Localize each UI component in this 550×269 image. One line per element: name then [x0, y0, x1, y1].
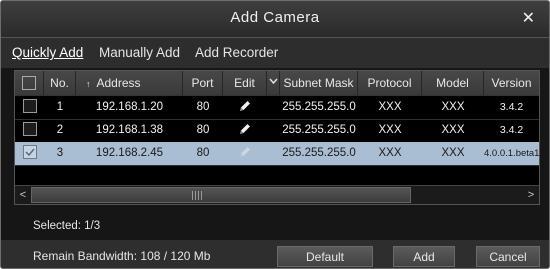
selected-count: Selected: 1/3 — [33, 220, 101, 232]
cell-address: 192.168.1.38 — [95, 124, 164, 136]
dialog-title: Add Camera — [230, 9, 320, 26]
cell-subnet: 255.255.255.0 — [282, 124, 356, 136]
header-protocol[interactable]: Protocol — [358, 71, 422, 95]
header-address[interactable]: ↑ Address — [76, 71, 183, 95]
sort-up-icon: ↑ — [86, 79, 91, 89]
cell-version: 3.4.2 — [499, 124, 524, 136]
header-version[interactable]: Version — [484, 71, 539, 95]
scroll-right-icon[interactable]: > — [523, 186, 539, 204]
pencil-icon[interactable] — [223, 119, 267, 142]
column-chevron-icon[interactable] — [267, 71, 280, 95]
cell-protocol: XXX — [378, 124, 402, 136]
cell-protocol: XXX — [378, 101, 402, 113]
header-no[interactable]: No. — [44, 71, 76, 95]
cancel-button[interactable]: Cancel — [476, 246, 540, 267]
default-password-button[interactable]: Default Password — [277, 246, 373, 267]
cell-port: 80 — [196, 101, 210, 113]
horizontal-scrollbar[interactable]: < > — [15, 185, 539, 204]
cell-port: 80 — [196, 124, 210, 136]
device-table: No. ↑ Address Port Edit Subnet Mask Proto… — [14, 70, 540, 205]
header-subnet[interactable]: Subnet Mask — [280, 71, 358, 95]
grip-icon — [192, 191, 204, 200]
scrollbar-thumb[interactable] — [31, 187, 411, 203]
cell-model: XXX — [441, 147, 465, 159]
cell-version: 4.0.0.1.beta1 — [484, 148, 540, 159]
cell-address: 192.168.1.20 — [95, 101, 164, 113]
remaining-bandwidth: Remain Bandwidth: 108 / 120 Mb — [33, 249, 211, 263]
select-all-checkbox[interactable] — [22, 75, 36, 90]
tab-add-recorder[interactable]: Add Recorder — [195, 45, 278, 60]
header-address-label: Address — [96, 76, 141, 90]
cell-protocol: XXX — [378, 147, 402, 159]
tab-quickly-add[interactable]: Quickly Add — [12, 45, 83, 60]
cell-subnet: 255.255.255.0 — [282, 101, 356, 113]
row-checkbox[interactable] — [22, 98, 37, 113]
cell-port: 80 — [196, 147, 210, 159]
tab-manually-add[interactable]: Manually Add — [99, 45, 180, 60]
header-port[interactable]: Port — [183, 71, 223, 95]
cell-no: 3 — [56, 147, 64, 159]
row-checkbox-checked[interactable] — [22, 144, 37, 159]
title-bar: Add Camera ✕ — [1, 1, 549, 38]
add-camera-dialog: Add Camera ✕ Quickly Add Manually Add Ad… — [0, 0, 550, 269]
pencil-icon[interactable] — [223, 96, 267, 119]
table-header: No. ↑ Address Port Edit Subnet Mask Proto… — [15, 71, 539, 96]
row-checkbox-cell — [15, 119, 44, 142]
cell-no: 1 — [56, 101, 64, 113]
close-icon[interactable]: ✕ — [522, 8, 535, 28]
cell-no: 2 — [56, 124, 64, 136]
header-edit[interactable]: Edit — [223, 71, 267, 95]
row-checkbox[interactable] — [22, 121, 37, 136]
footer-bar: Remain Bandwidth: 108 / 120 Mb Default P… — [1, 240, 549, 268]
table-row[interactable]: 1 192.168.1.20 80 255.255.255.0 XXX XXX … — [15, 96, 539, 120]
cell-subnet: 255.255.255.0 — [282, 147, 356, 159]
select-all-column — [15, 71, 44, 95]
tab-bar: Quickly Add Manually Add Add Recorder — [1, 38, 549, 68]
cell-address: 192.168.2.45 — [95, 147, 164, 159]
row-checkbox-cell — [15, 142, 44, 165]
scroll-left-icon[interactable]: < — [15, 186, 31, 204]
add-button[interactable]: Add — [393, 246, 455, 267]
table-row[interactable]: 3 192.168.2.45 80 255.255.255.0 XXX XXX … — [15, 142, 539, 166]
header-model[interactable]: Model — [422, 71, 484, 95]
cell-model: XXX — [441, 101, 465, 113]
pencil-icon[interactable] — [223, 142, 267, 165]
row-checkbox-cell — [15, 96, 44, 119]
cell-version: 3.4.2 — [499, 101, 524, 113]
cell-model: XXX — [441, 124, 465, 136]
table-row[interactable]: 2 192.168.1.38 80 255.255.255.0 XXX XXX … — [15, 119, 539, 143]
